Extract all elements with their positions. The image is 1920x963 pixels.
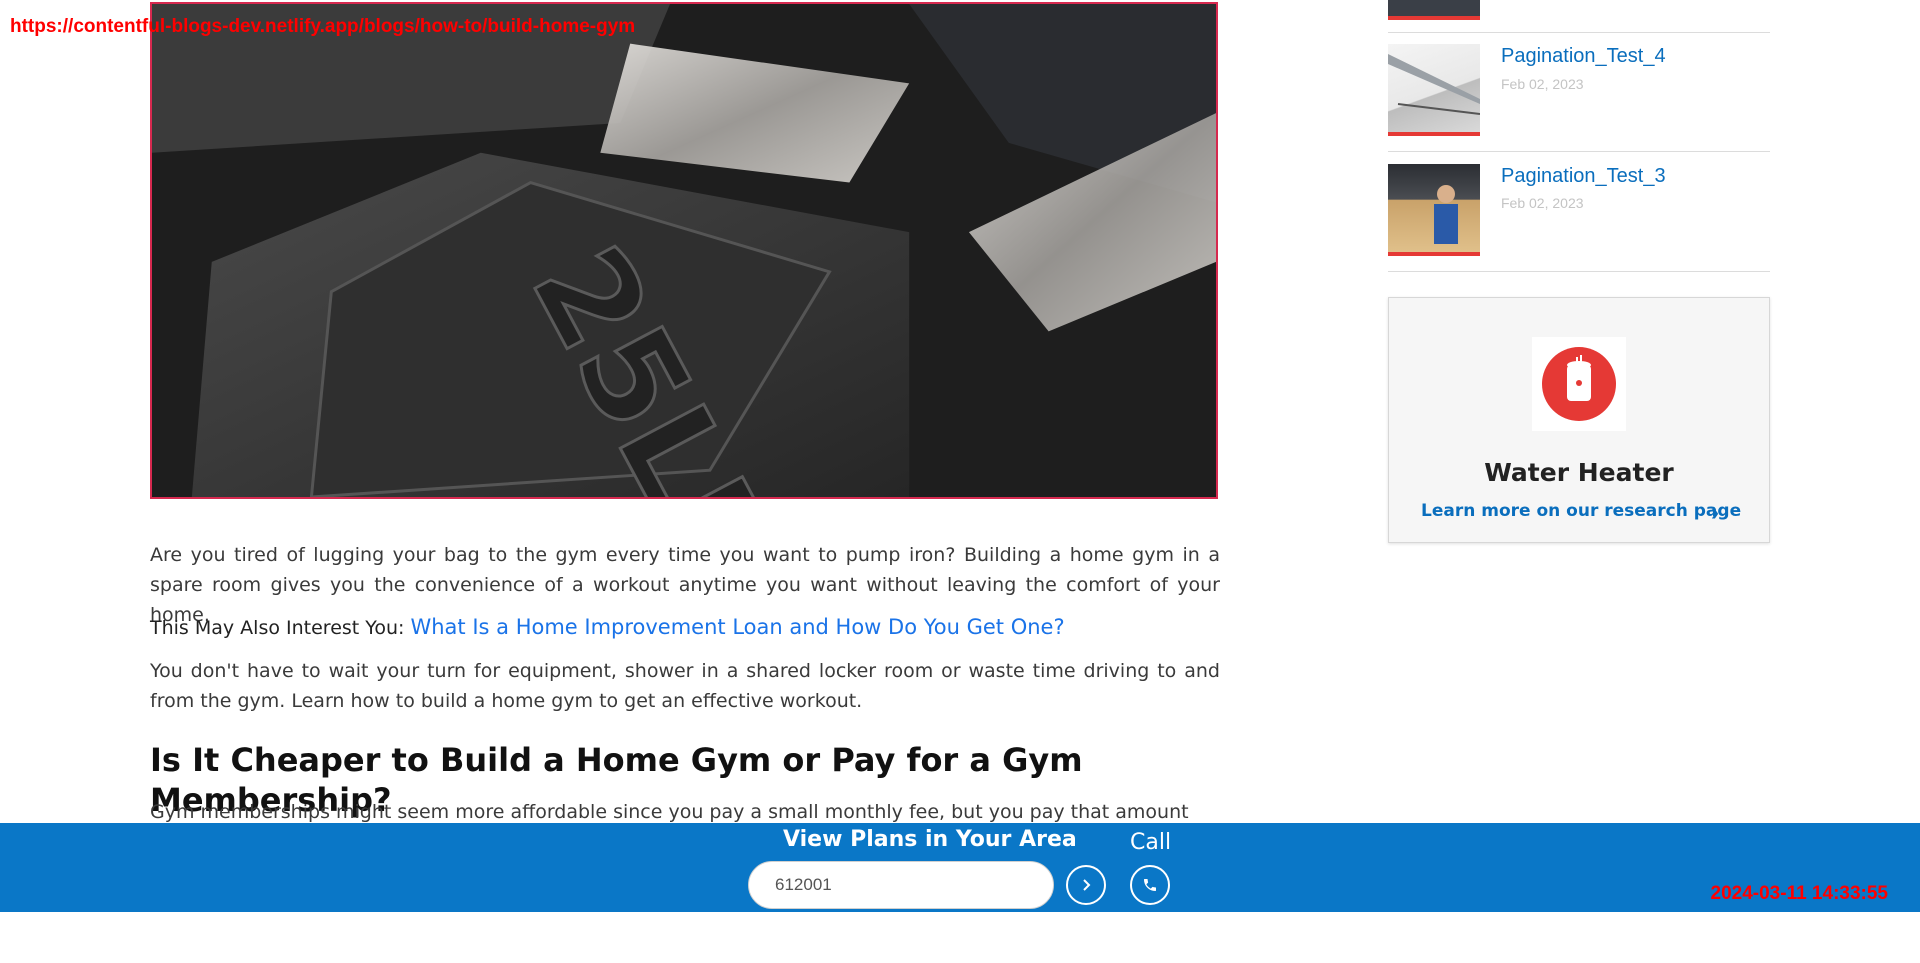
related-label: This May Also Interest You: — [150, 617, 405, 639]
chevron-right-icon — [1083, 879, 1091, 891]
card-title: Water Heater — [1484, 458, 1674, 487]
article-paragraph-truncated: Gym memberships might seem more affordab… — [150, 801, 1189, 823]
post-thumbnail[interactable] — [1388, 164, 1480, 256]
related-article: This May Also Interest You: What Is a Ho… — [150, 612, 1220, 643]
post-date: Feb 02, 2023 — [1501, 76, 1584, 92]
timestamp-overlay: 2024-03-11 14:33:55 — [1710, 883, 1888, 904]
bar-title: View Plans in Your Area — [783, 827, 1077, 852]
article-paragraph: You don't have to wait your turn for equ… — [150, 660, 1220, 712]
phone-icon — [1144, 879, 1156, 891]
call-label: Call — [1130, 830, 1172, 855]
post-thumbnail[interactable] — [1388, 44, 1480, 136]
sidebar-post-partial[interactable] — [1388, 0, 1770, 33]
url-overlay: https://contentful-blogs-dev.netlify.app… — [10, 16, 636, 37]
related-article-link[interactable]: What Is a Home Improvement Loan and How … — [410, 615, 1064, 639]
post-thumbnail[interactable] — [1388, 0, 1480, 20]
sidebar-post[interactable]: Pagination_Test_4 Feb 02, 2023 — [1388, 32, 1770, 152]
dumbbell-illustration: 25LB — [152, 4, 1216, 497]
research-card: Water Heater Learn more on our research … — [1388, 297, 1770, 543]
hero-image: 25LB — [150, 2, 1218, 499]
chevron-right-icon[interactable]: › — [1711, 499, 1719, 527]
view-plans-bar: View Plans in Your Area Call — [0, 823, 1920, 912]
submit-zip-button[interactable] — [1066, 865, 1106, 905]
post-title-link[interactable]: Pagination_Test_4 — [1501, 45, 1666, 68]
zip-code-input[interactable] — [748, 861, 1054, 909]
sidebar-post[interactable]: Pagination_Test_3 Feb 02, 2023 — [1388, 151, 1770, 272]
research-page-link[interactable]: Learn more on our research page — [1421, 501, 1741, 521]
post-title-link[interactable]: Pagination_Test_3 — [1501, 165, 1666, 188]
post-date: Feb 02, 2023 — [1501, 195, 1584, 211]
water-heater-icon — [1532, 337, 1626, 431]
call-button[interactable] — [1130, 865, 1170, 905]
